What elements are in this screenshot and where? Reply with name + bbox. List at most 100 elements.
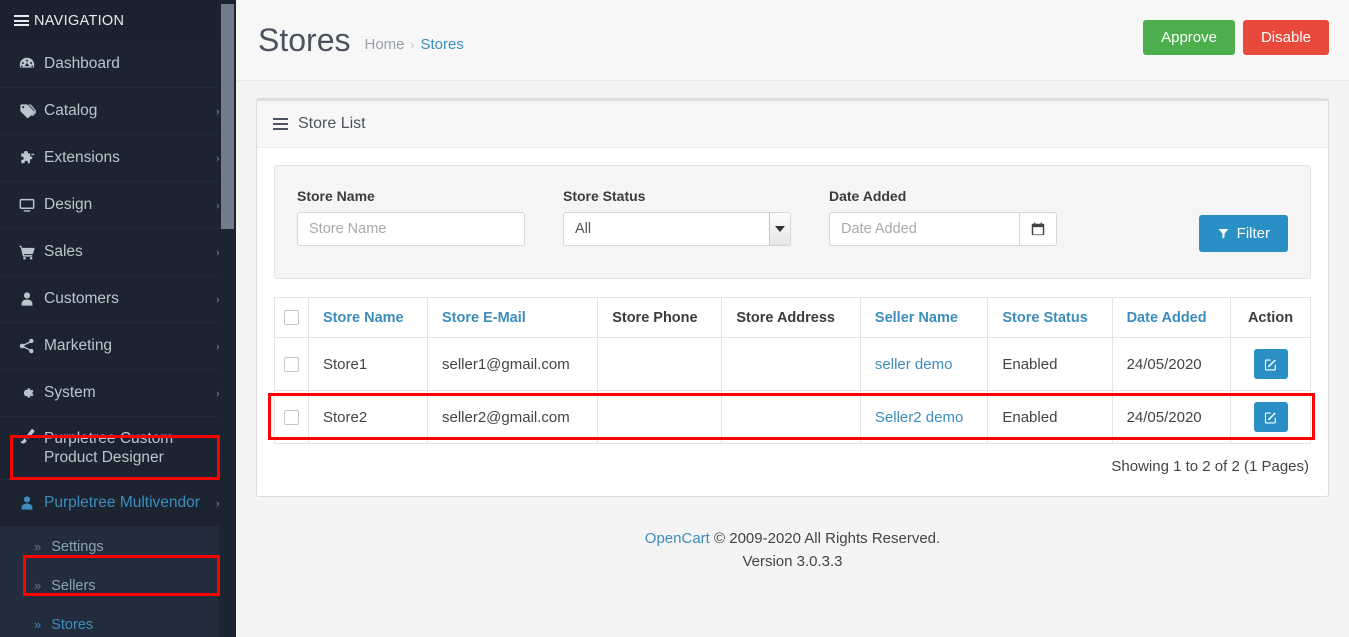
row-checkbox[interactable] xyxy=(284,357,299,373)
panel-heading: Store List xyxy=(257,101,1328,148)
sidebar-item-design[interactable]: Design › xyxy=(0,182,236,229)
cell-store-address xyxy=(721,390,861,444)
sidebar-scrollbar-track[interactable] xyxy=(219,0,236,637)
page-title: Stores xyxy=(258,22,351,58)
sidebar-item-label: Marketing xyxy=(44,337,113,355)
store-status-label: Store Status xyxy=(563,188,646,204)
col-seller-name[interactable]: Seller Name xyxy=(859,297,989,338)
date-added-label: Date Added xyxy=(829,188,907,204)
cell-store-status: Enabled xyxy=(987,337,1113,391)
row-checkbox[interactable] xyxy=(284,410,299,426)
sidebar-item-purpletree-custom-product-designer[interactable]: Purpletree Custom Product Designer › xyxy=(0,417,236,480)
store-name-input[interactable] xyxy=(297,212,525,246)
panel-title: Store List xyxy=(298,115,366,132)
sidebar-scrollbar-thumb[interactable] xyxy=(221,4,234,229)
sidebar-submenu: » Settings » Sellers » Stores » Seller C… xyxy=(0,527,236,637)
navigation-header[interactable]: NAVIGATION xyxy=(0,0,236,41)
list-icon xyxy=(273,118,288,130)
footer-copyright-line: OpenCart © 2009-2020 All Rights Reserved… xyxy=(256,527,1329,550)
pagination-summary: Showing 1 to 2 of 2 (1 Pages) xyxy=(1111,458,1309,475)
edit-icon xyxy=(1264,411,1276,423)
col-action: Action xyxy=(1230,297,1311,338)
sidebar-subitem-label: Stores xyxy=(51,616,94,633)
opencart-link[interactable]: OpenCart xyxy=(645,530,710,547)
panel-body: Store Name Store Status All Date Added xyxy=(257,148,1328,496)
content-body: Store List Store Name Store Status All xyxy=(236,81,1349,574)
store-name-label: Store Name xyxy=(297,188,375,204)
sidebar-item-dashboard[interactable]: Dashboard xyxy=(0,41,236,88)
approve-button[interactable]: Approve xyxy=(1143,20,1235,55)
col-store-email[interactable]: Store E-Mail xyxy=(426,297,599,338)
row-checkbox-cell[interactable] xyxy=(274,390,309,444)
cell-store-phone xyxy=(597,337,723,391)
sidebar-item-label: Catalog xyxy=(44,102,98,120)
cell-action xyxy=(1230,390,1311,444)
puzzle-icon xyxy=(18,149,44,167)
cell-seller-name: Seller2 demo xyxy=(859,390,989,444)
edit-button[interactable] xyxy=(1253,349,1288,379)
col-store-name[interactable]: Store Name xyxy=(308,297,428,338)
sidebar-item-marketing[interactable]: Marketing › xyxy=(0,323,236,370)
store-status-select-value: All xyxy=(563,212,791,246)
cell-store-email: seller2@gmail.com xyxy=(426,390,599,444)
sidebar-item-label: System xyxy=(44,384,96,402)
sidebar-item-purpletree-multivendor[interactable]: Purpletree Multivendor › xyxy=(0,480,236,527)
col-store-status[interactable]: Store Status xyxy=(987,297,1113,338)
tag-icon xyxy=(18,102,44,120)
sidebar-item-label: Purpletree Custom Product Designer xyxy=(44,429,174,466)
calendar-button[interactable] xyxy=(1019,212,1057,246)
table-body: Store1 seller1@gmail.com seller demo Ena… xyxy=(274,337,1311,444)
sidebar-item-sales[interactable]: Sales › xyxy=(0,229,236,276)
sidebar-item-extensions[interactable]: Extensions › xyxy=(0,135,236,182)
sidebar-item-customers[interactable]: Customers › xyxy=(0,276,236,323)
filter-button-label: Filter xyxy=(1236,225,1270,242)
cell-store-name: Store1 xyxy=(308,337,428,391)
desktop-icon xyxy=(18,196,44,214)
filter-date-added-group: Date Added xyxy=(829,188,1057,246)
funnel-icon xyxy=(1218,228,1229,239)
hamburger-icon xyxy=(14,15,29,26)
user-icon xyxy=(18,290,44,308)
table-row: Store2 seller2@gmail.com Seller2 demo En… xyxy=(274,390,1311,444)
double-chevron-icon: » xyxy=(34,539,42,554)
sidebar-item-settings[interactable]: » Settings xyxy=(0,527,236,566)
calendar-icon xyxy=(1031,222,1045,236)
sidebar-item-catalog[interactable]: Catalog › xyxy=(0,88,236,135)
content-header: Stores Home › Stores Approve Disable xyxy=(236,0,1349,81)
disable-button[interactable]: Disable xyxy=(1242,20,1329,55)
filter-panel: Store Name Store Status All Date Added xyxy=(274,165,1311,279)
sidebar-item-system[interactable]: System › xyxy=(0,370,236,417)
filter-button[interactable]: Filter xyxy=(1198,215,1288,252)
store-status-select[interactable]: All xyxy=(563,212,791,246)
seller-link[interactable]: seller demo xyxy=(875,356,953,373)
date-added-input[interactable] xyxy=(829,212,1019,246)
sidebar-menu: Dashboard Catalog › Extensions › Design … xyxy=(0,41,236,527)
row-checkbox-cell[interactable] xyxy=(274,337,309,391)
sidebar-item-stores[interactable]: » Stores xyxy=(0,605,236,637)
footer-version: Version 3.0.3.3 xyxy=(742,553,843,571)
double-chevron-icon: » xyxy=(34,617,42,632)
sidebar-subitem-label: Sellers xyxy=(51,577,96,594)
store-list-panel: Store List Store Name Store Status All xyxy=(256,98,1329,497)
col-date-added[interactable]: Date Added xyxy=(1111,297,1232,338)
chevron-down-icon[interactable] xyxy=(769,213,790,245)
edit-button[interactable] xyxy=(1253,402,1288,432)
cell-store-phone xyxy=(597,390,723,444)
select-all-header[interactable] xyxy=(274,297,309,338)
date-added-field xyxy=(829,212,1057,246)
sidebar-item-sellers[interactable]: » Sellers xyxy=(0,566,236,605)
share-icon xyxy=(18,337,44,355)
sidebar-item-label: Dashboard xyxy=(44,55,120,73)
table-head: Store Name Store E-Mail Store Phone Stor… xyxy=(274,297,1311,338)
select-all-checkbox[interactable] xyxy=(284,310,299,326)
footer-copyright: © 2009-2020 All Rights Reserved. xyxy=(709,530,941,547)
breadcrumb-current[interactable]: Stores xyxy=(421,36,464,53)
breadcrumb-home[interactable]: Home xyxy=(364,36,404,53)
cell-store-address xyxy=(721,337,861,391)
user-icon xyxy=(18,494,44,512)
filter-store-name-group: Store Name xyxy=(297,188,525,246)
breadcrumb-separator: › xyxy=(410,37,415,52)
table-header-row: Store Name Store E-Mail Store Phone Stor… xyxy=(274,297,1311,338)
seller-link[interactable]: Seller2 demo xyxy=(875,409,963,426)
cell-store-status: Enabled xyxy=(987,390,1113,444)
